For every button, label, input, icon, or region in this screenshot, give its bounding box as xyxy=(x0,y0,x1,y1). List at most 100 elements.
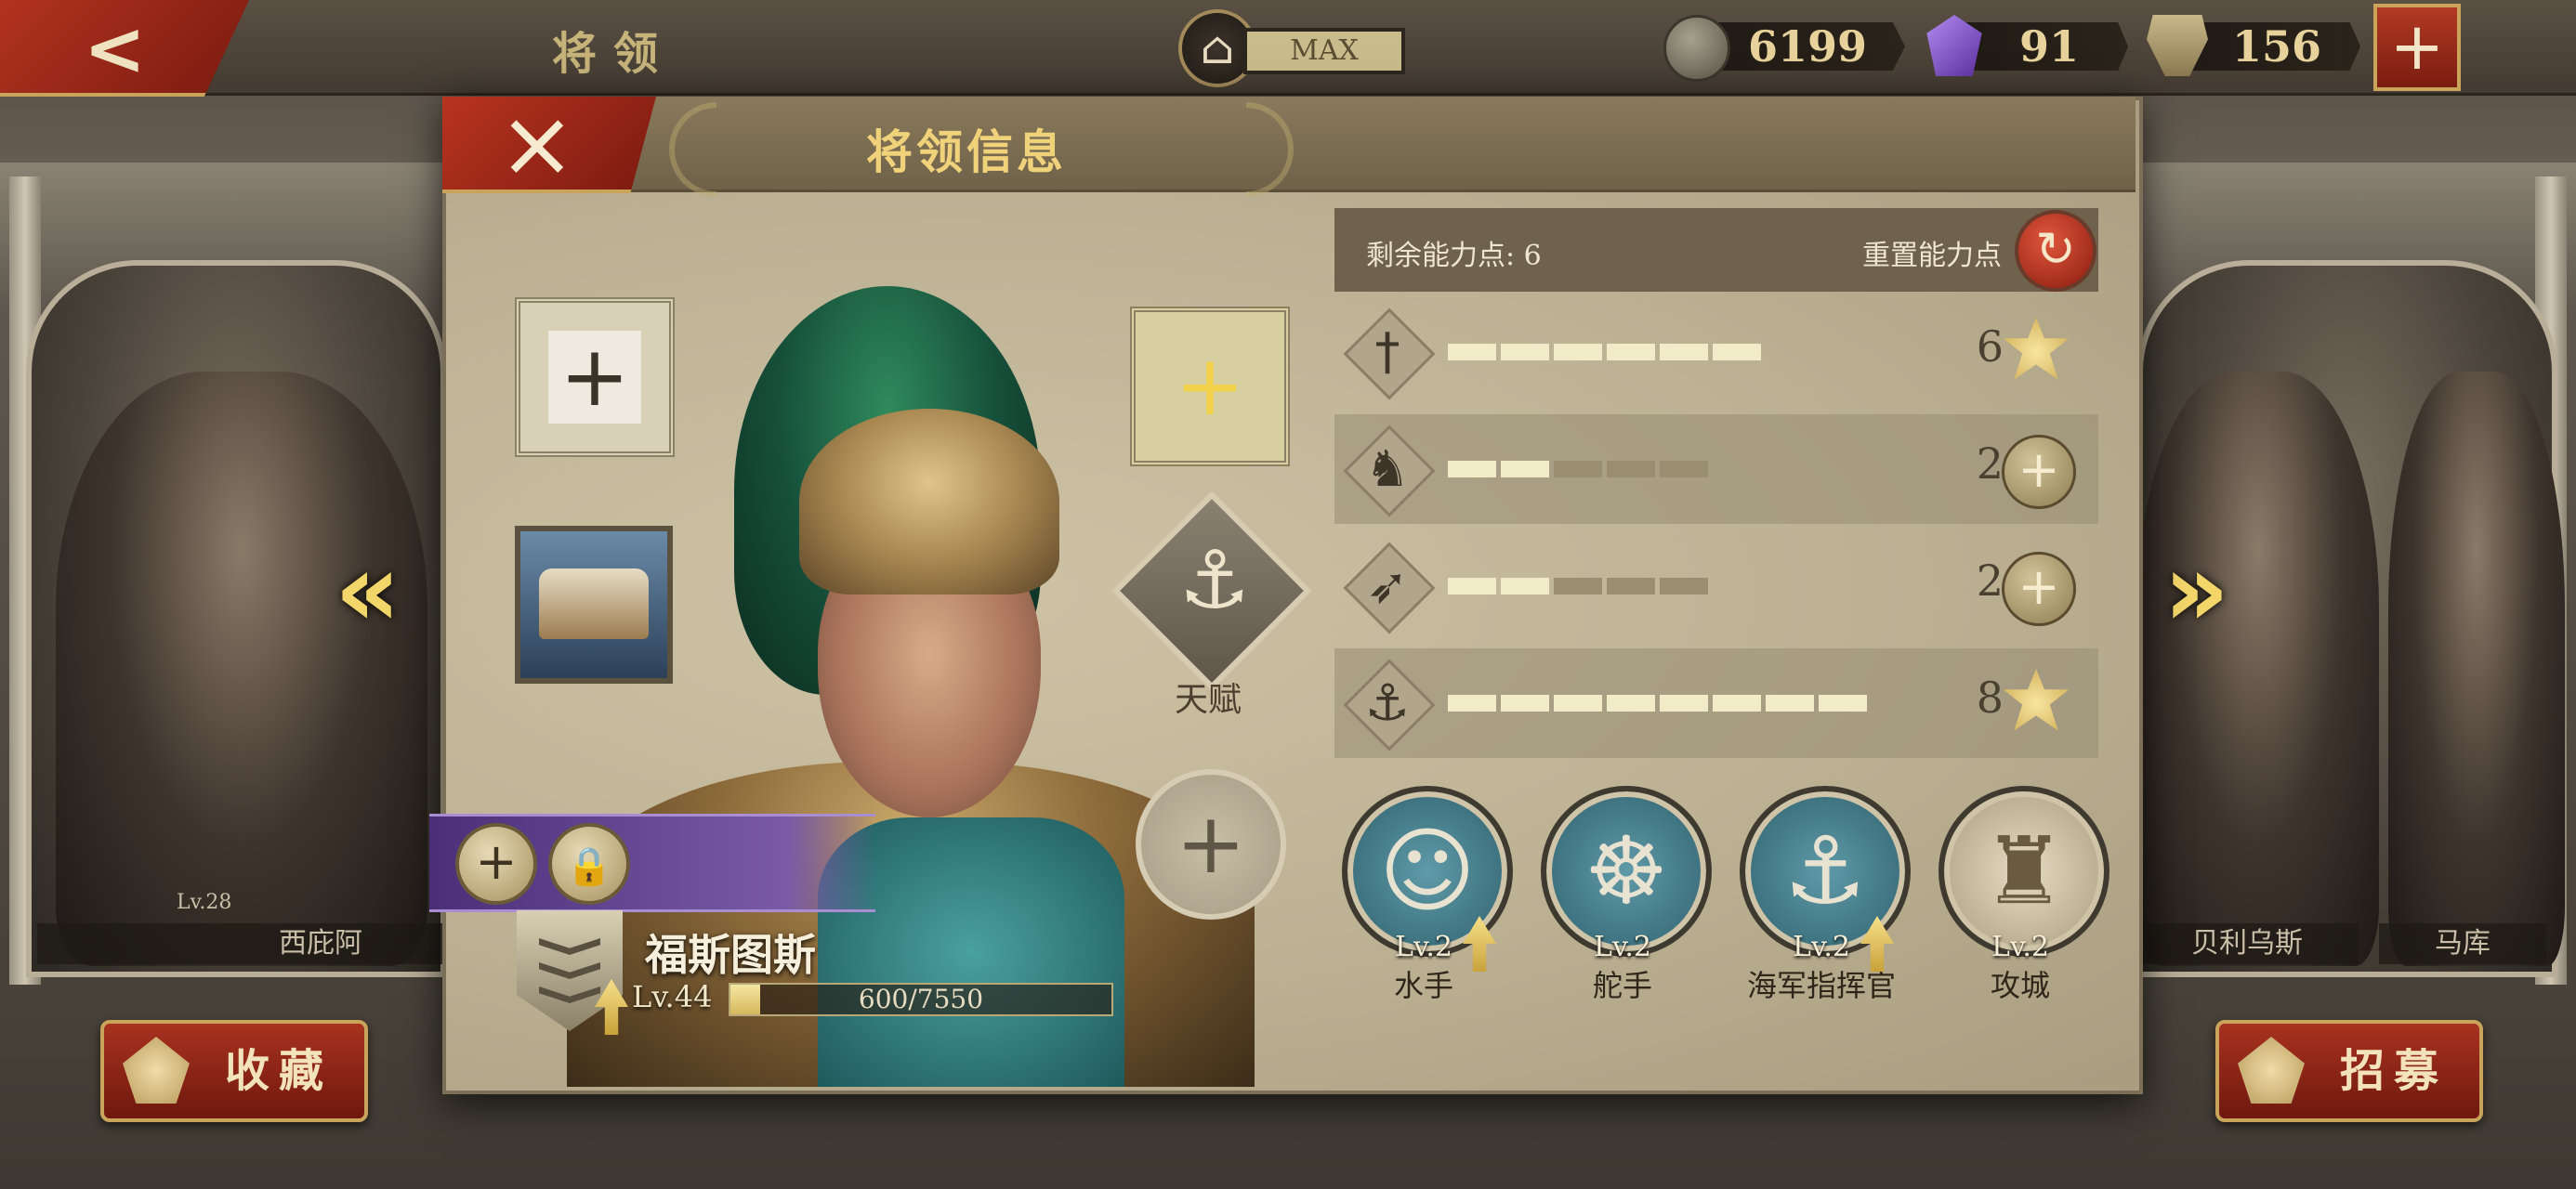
add-banner-icon: + xyxy=(548,331,641,424)
remaining-points: 剩余能力点: 6 xyxy=(1366,232,1542,273)
xp-progress-bar: 600/7550 xyxy=(729,983,1113,1016)
stat-bar-segment xyxy=(1660,695,1708,712)
page-title: 将领 xyxy=(551,28,675,80)
lock-button[interactable]: 🔒 xyxy=(548,823,630,905)
recruit-label: 招募 xyxy=(2340,1045,2449,1097)
stat-bar-segment xyxy=(1501,344,1549,360)
equipment-slot-banner[interactable]: + xyxy=(515,297,675,457)
favorite-button[interactable]: 收藏 xyxy=(100,1020,368,1122)
stat-value: 8 xyxy=(1976,673,2004,723)
reset-points-button[interactable]: ↻ xyxy=(2015,210,2096,292)
eye-of-horus-plus-icon: + xyxy=(1175,337,1245,435)
stat-bar-segment xyxy=(1607,344,1655,360)
stat-bar-segment xyxy=(1766,695,1814,712)
modal-title: 将领信息 xyxy=(866,124,1067,179)
skill-level: Lv.2 xyxy=(1991,931,2049,963)
skill-name: 舵手 xyxy=(1592,968,1652,1003)
add-hero-button[interactable]: + xyxy=(455,823,537,905)
building-level-badge: MAX xyxy=(1243,28,1405,74)
stat-bar-segment xyxy=(1660,344,1708,360)
stat-bar-segment xyxy=(1554,695,1602,712)
next-hero-arrow-icon[interactable]: » xyxy=(2163,539,2238,641)
hero-level: Lv.44 xyxy=(632,979,713,1014)
hero-name: 福斯图斯 xyxy=(645,930,816,980)
stat-bar-segment xyxy=(1713,344,1761,360)
skill-name: 攻城 xyxy=(1990,968,2050,1003)
stat-bar-segment xyxy=(1554,344,1602,360)
sword-icon: † xyxy=(1343,307,1436,400)
stat-bar-segment xyxy=(1554,461,1602,477)
stat-bar-segment xyxy=(1607,578,1655,594)
horse-icon: ♞ xyxy=(1343,425,1436,517)
add-point-button[interactable]: + xyxy=(2002,552,2076,626)
reset-points-label: 重置能力点 xyxy=(1862,240,2002,272)
coins-value: 6199 xyxy=(1747,21,1868,72)
remaining-points-label: 剩余能力点: xyxy=(1366,240,1516,272)
right-hero-portrait[interactable] xyxy=(2137,372,2379,966)
left-hero-plaque: Lv.28 西庇阿 xyxy=(37,891,446,964)
add-resource-button[interactable]: + xyxy=(2373,4,2461,91)
stat-bar-segment xyxy=(1660,578,1708,594)
close-button[interactable]: × xyxy=(442,97,656,193)
talent-label: 天赋 xyxy=(1174,681,1242,719)
far-right-hero-portrait[interactable] xyxy=(2388,372,2565,966)
spqr-counter[interactable]: 156 xyxy=(2147,15,2360,78)
stat-bar-segment xyxy=(1819,695,1867,712)
left-hero-name: 西庇阿 xyxy=(279,927,362,960)
far-right-hero-name: 马库 xyxy=(2435,927,2491,960)
stat-row: ⚓ 8 xyxy=(1334,648,2098,758)
siege-cart-icon xyxy=(539,568,649,639)
stat-row: † 6 xyxy=(1334,297,2098,407)
helmet-plus-icon xyxy=(2238,1037,2305,1104)
lock-icon: 🔒 xyxy=(566,845,612,888)
talent-anchor-icon: ⚓ xyxy=(1178,534,1251,627)
coin-icon xyxy=(1663,15,1730,82)
stat-bar-segment xyxy=(1501,461,1549,477)
stat-bar-segment xyxy=(1448,344,1496,360)
hero-helmet xyxy=(799,409,1059,594)
coins-counter[interactable]: 6199 xyxy=(1663,15,1905,82)
stat-bar-segment xyxy=(1554,578,1602,594)
add-point-button[interactable]: + xyxy=(2002,435,2076,509)
far-right-hero-plaque: 马库 xyxy=(2379,923,2546,964)
stat-value: 2 xyxy=(1976,555,2004,606)
stat-bar-segment xyxy=(1501,578,1549,594)
stat-row: ➶ 2 + xyxy=(1334,531,2098,641)
max-star-icon xyxy=(2003,318,2070,380)
stat-bar-segment xyxy=(1501,695,1549,712)
remaining-points-value: 6 xyxy=(1523,240,1542,272)
stat-bar-segment xyxy=(1660,461,1708,477)
skill-name: 海军指挥官 xyxy=(1746,968,1896,1003)
prev-hero-arrow-icon[interactable]: « xyxy=(335,539,409,641)
eagle-icon xyxy=(123,1037,190,1104)
stat-row: ♞ 2 + xyxy=(1334,414,2098,524)
skill-name: 水手 xyxy=(1393,968,1453,1003)
stat-bar-segment xyxy=(1607,695,1655,712)
stat-value: 6 xyxy=(1976,321,2004,372)
favorite-label: 收藏 xyxy=(225,1045,334,1097)
refresh-icon: ↻ xyxy=(2035,222,2076,278)
anchor-icon: ⚓ xyxy=(1343,659,1436,751)
close-icon: × xyxy=(498,89,576,198)
helm-wheel-icon: ☸ xyxy=(1584,817,1668,925)
stat-bar-segment xyxy=(1448,461,1496,477)
stat-bar-segment xyxy=(1448,578,1496,594)
gems-value: 91 xyxy=(2018,21,2079,72)
skill-level: Lv.2 xyxy=(1594,931,1651,963)
right-hero-plaque: 贝利乌斯 xyxy=(2136,923,2359,964)
stat-bar-segment xyxy=(1448,695,1496,712)
bow-icon: ➶ xyxy=(1343,542,1436,634)
left-hero-level: Lv.28 xyxy=(177,891,232,914)
equipment-slot-eye[interactable]: + xyxy=(1130,307,1290,466)
left-hero-portrait[interactable] xyxy=(56,372,427,966)
equipment-slot-round[interactable]: + xyxy=(1136,769,1286,920)
max-star-icon xyxy=(2003,669,2070,731)
xp-progress-text: 600/7550 xyxy=(858,984,984,1014)
right-hero-name: 贝利乌斯 xyxy=(2191,927,2303,960)
stat-bar-segment xyxy=(1607,461,1655,477)
gems-counter[interactable]: 91 xyxy=(1924,15,2128,78)
back-arrow-icon: < xyxy=(84,6,147,92)
recruit-button[interactable]: 招募 xyxy=(2215,1020,2483,1122)
equipment-slot-siege-cart[interactable] xyxy=(515,526,673,684)
add-slot-icon: + xyxy=(1176,795,1246,893)
